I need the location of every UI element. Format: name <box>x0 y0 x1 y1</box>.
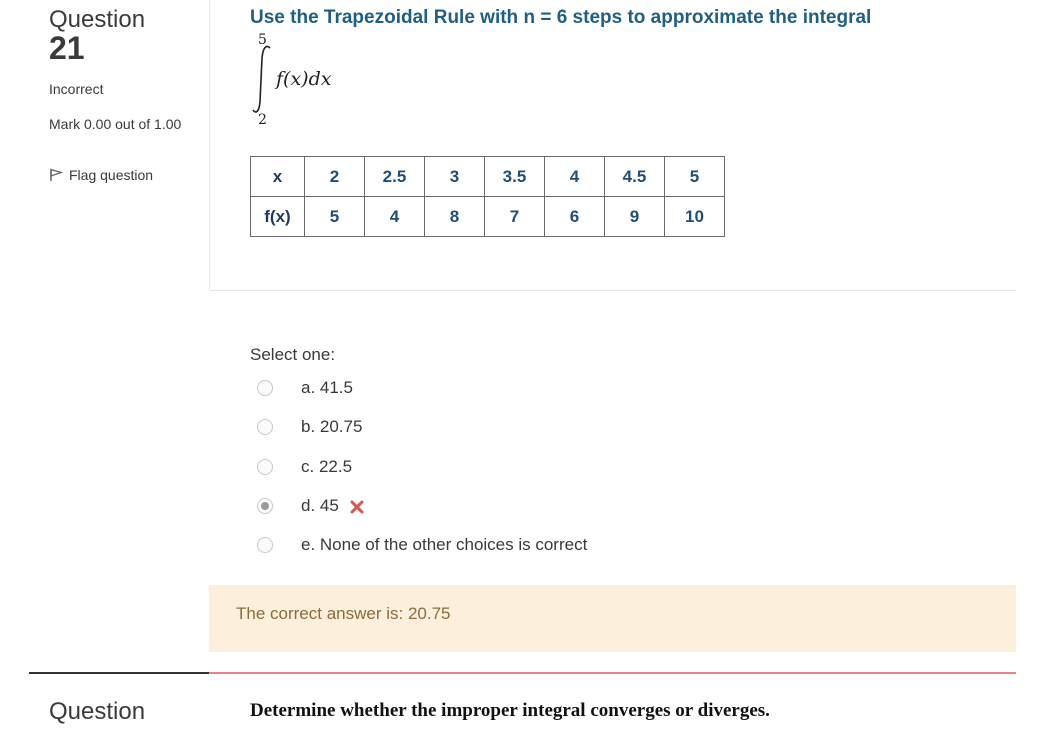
table-cell: 4.5 <box>604 156 665 197</box>
integral-lower-limit: 2 <box>258 112 267 128</box>
table-cell: 4 <box>544 156 605 197</box>
table-cell: 8 <box>424 196 485 237</box>
next-question-label: Question <box>49 698 146 725</box>
question-state: Incorrect <box>49 81 104 97</box>
answer-option-label: b. 20.75 <box>301 417 363 436</box>
table-cell: 5 <box>664 156 725 197</box>
values-table: x 2 2.5 3 3.5 4 4.5 5 f(x) 5 4 8 7 6 9 1… <box>250 156 725 237</box>
divider <box>210 290 1016 291</box>
answer-option-a[interactable]: a. 41.5 <box>257 376 353 400</box>
table-cell: 9 <box>604 196 665 237</box>
correct-answer-text: The correct answer is: 20.75 <box>236 604 451 623</box>
feedback-box: The correct answer is: 20.75 <box>209 585 1016 652</box>
table-cell: 10 <box>664 196 725 237</box>
answer-option-b[interactable]: b. 20.75 <box>257 415 362 439</box>
radio-button[interactable] <box>257 380 273 396</box>
answer-option-d[interactable]: d. 45 <box>257 494 364 518</box>
answer-option-label: a. 41.5 <box>301 378 353 397</box>
answer-option-label: d. 45 <box>301 496 339 515</box>
radio-button[interactable] <box>257 537 273 553</box>
table-row-header: f(x) <box>250 196 305 237</box>
table-cell: 4 <box>364 196 425 237</box>
table-cell: 5 <box>304 196 365 237</box>
integrand: f(x)dx <box>276 68 332 90</box>
question-separator-red <box>209 672 1016 674</box>
integral-sign-icon <box>252 45 271 113</box>
question-number: 21 <box>49 30 85 66</box>
integral-expression: 5 f(x)dx 2 <box>250 30 390 130</box>
radio-button[interactable] <box>257 459 273 475</box>
table-row-header: x <box>250 156 305 197</box>
answer-option-e[interactable]: e. None of the other choices is correct <box>257 533 587 557</box>
table-cell: 2 <box>304 156 365 197</box>
table-row: f(x) 5 4 8 7 6 9 10 <box>250 196 725 237</box>
question-separator <box>29 672 209 674</box>
flag-icon <box>49 168 63 182</box>
answer-option-label-wrap: d. 45 <box>301 494 364 518</box>
question-info: Question 21 Incorrect Mark 0.00 out of 1… <box>0 0 209 672</box>
table-cell: 6 <box>544 196 605 237</box>
question-text: Use the Trapezoidal Rule with n = 6 step… <box>250 7 872 28</box>
table-cell: 2.5 <box>364 156 425 197</box>
answer-option-c[interactable]: c. 22.5 <box>257 455 352 479</box>
radio-button[interactable] <box>257 419 273 435</box>
table-cell: 3.5 <box>484 156 545 197</box>
answer-option-label: e. None of the other choices is correct <box>301 535 588 554</box>
next-question-text: Determine whether the improper integral … <box>250 700 770 721</box>
radio-button-selected[interactable] <box>257 498 273 514</box>
incorrect-cross-icon <box>350 500 364 514</box>
table-cell: 3 <box>424 156 485 197</box>
table-cell: 7 <box>484 196 545 237</box>
answer-option-label: c. 22.5 <box>301 457 353 476</box>
select-one-prompt: Select one: <box>250 345 336 364</box>
flag-question-link[interactable]: Flag question <box>49 167 153 183</box>
table-row: x 2 2.5 3 3.5 4 4.5 5 <box>250 156 725 197</box>
column-divider <box>209 0 210 290</box>
flag-question-label: Flag question <box>69 167 154 183</box>
question-grade: Mark 0.00 out of 1.00 <box>49 116 182 132</box>
